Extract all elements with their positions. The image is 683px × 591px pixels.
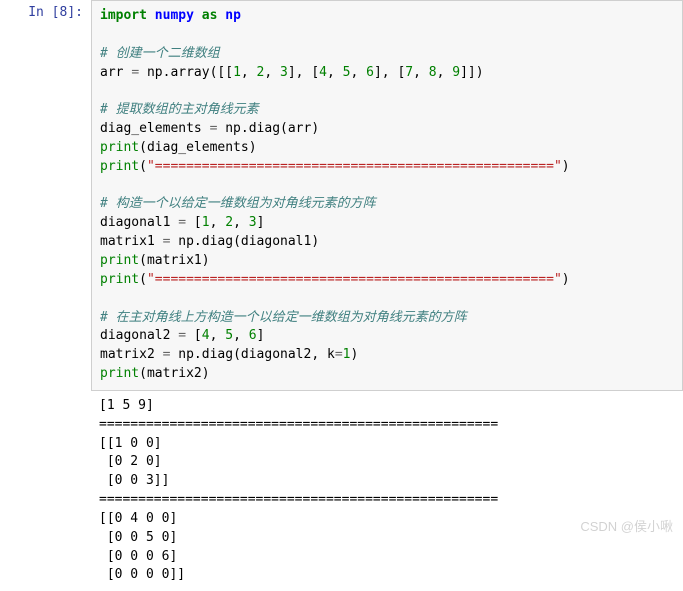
output-line-1: [1 5 9] (99, 398, 154, 413)
output-cell: [1 5 9] ================================… (0, 391, 683, 591)
keyword-as: as (202, 8, 218, 23)
input-prompt: In [8]: (0, 0, 91, 391)
module-numpy: numpy (155, 8, 194, 23)
output-separator-2: ========================================… (99, 492, 498, 507)
keyword-import: import (100, 8, 147, 23)
jupyter-notebook: In [8]: import numpy as np # 创建一个二维数组 ar… (0, 0, 683, 591)
in-label: In [8]: (28, 5, 83, 20)
var-arr: arr (100, 65, 131, 80)
output-separator-1: ========================================… (99, 417, 498, 432)
alias-np: np (225, 8, 241, 23)
output-matrix-1: [[1 0 0] [0 2 0] [0 0 3]] (99, 436, 169, 489)
comment-2: # 提取数组的主对角线元素 (100, 102, 259, 117)
output-prompt (0, 391, 91, 591)
watermark: CSDN @侯小啾 (580, 516, 673, 535)
comment-4: # 在主对角线上方构造一个以给定一维数组为对角线元素的方阵 (100, 310, 467, 325)
string-sep: "=======================================… (147, 159, 562, 174)
comment-1: # 创建一个二维数组 (100, 46, 220, 61)
output-area: [1 5 9] ================================… (91, 391, 683, 591)
code-cell: In [8]: import numpy as np # 创建一个二维数组 ar… (0, 0, 683, 391)
comment-3: # 构造一个以给定一维数组为对角线元素的方阵 (100, 196, 376, 211)
code-area[interactable]: import numpy as np # 创建一个二维数组 arr = np.a… (91, 0, 683, 391)
output-matrix-2: [[0 4 0 0] [0 0 5 0] [0 0 0 6] [0 0 0 0]… (99, 511, 185, 583)
builtin-print: print (100, 140, 139, 155)
